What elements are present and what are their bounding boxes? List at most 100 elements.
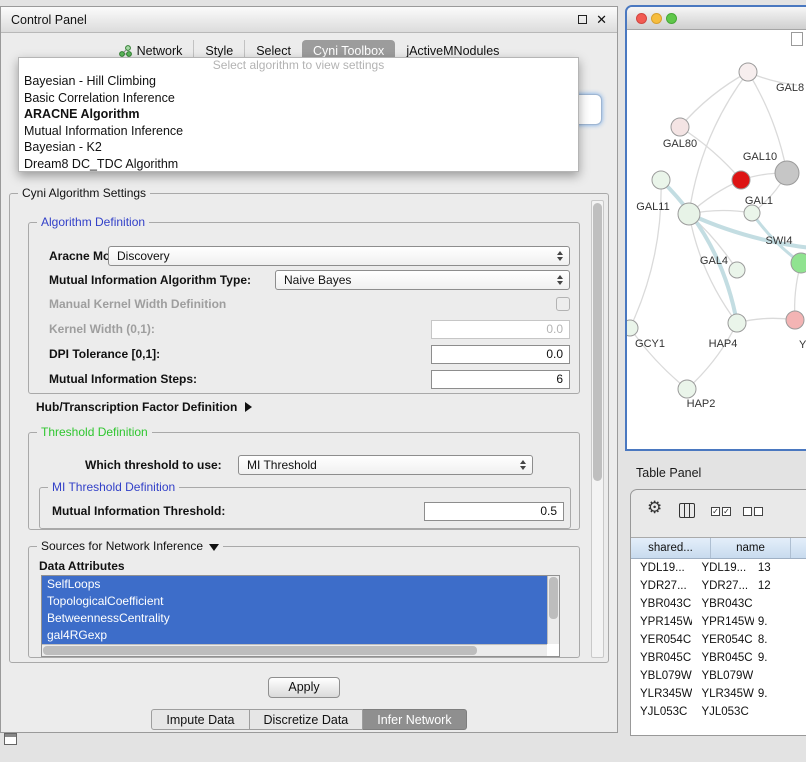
- algorithm-placeholder-option[interactable]: Select algorithm to view settings: [19, 58, 578, 73]
- table-row[interactable]: YDR27...YDR27...12: [631, 577, 806, 595]
- mi-threshold-label: Mutual Information Threshold:: [52, 502, 225, 521]
- select-all-columns-icon[interactable]: ✓✓: [711, 507, 731, 516]
- control-panel-title: Control Panel: [11, 13, 87, 27]
- hub-definition-toggle[interactable]: Hub/Transcription Factor Definition: [36, 400, 252, 414]
- dpi-tolerance-input[interactable]: 0.0: [431, 345, 570, 364]
- which-threshold-select[interactable]: MI Threshold: [238, 455, 533, 475]
- network-node-label: HAP4: [709, 338, 738, 350]
- network-node[interactable]: [786, 311, 804, 329]
- dock-panel-icon[interactable]: [4, 733, 17, 745]
- network-canvas[interactable]: GAL80GAL8GAL10GAL11GAL1SWI4GAL4GCY1HAP4Y…: [627, 30, 806, 449]
- scrollbar-thumb[interactable]: [43, 646, 477, 655]
- mi-threshold-input[interactable]: 0.5: [424, 502, 564, 521]
- table-row[interactable]: YLR345WYLR345W9.: [631, 685, 806, 703]
- table-row[interactable]: YDL19...YDL19...13: [631, 559, 806, 577]
- network-node[interactable]: [652, 171, 670, 189]
- network-node[interactable]: [678, 203, 700, 225]
- mi-algorithm-type-label: Mutual Information Algorithm Type:: [49, 270, 251, 290]
- table-panel-window: ⚙ ✓✓ shared... name YDL19...YDL19...13 Y…: [630, 489, 806, 736]
- tab-infer-network[interactable]: Infer Network: [363, 709, 466, 730]
- cell: YDR27...: [692, 580, 753, 592]
- list-horizontal-scrollbar[interactable]: [42, 644, 547, 656]
- tab-impute-data[interactable]: Impute Data: [151, 709, 249, 730]
- cell: 12: [754, 580, 806, 592]
- algorithm-option-selected[interactable]: ARACNE Algorithm: [19, 106, 578, 123]
- columns-icon[interactable]: [679, 503, 695, 518]
- combo-arrows-icon: [520, 460, 526, 470]
- column-header[interactable]: name: [711, 538, 791, 558]
- network-node[interactable]: [744, 205, 760, 221]
- dpi-tolerance-label: DPI Tolerance [0,1]:: [49, 345, 160, 364]
- network-edge[interactable]: [680, 72, 748, 127]
- close-icon[interactable]: ✕: [596, 13, 607, 26]
- network-node[interactable]: [739, 63, 757, 81]
- network-node[interactable]: [791, 253, 806, 273]
- scrollbar-thumb[interactable]: [593, 203, 602, 481]
- list-item[interactable]: SelfLoops: [42, 576, 547, 593]
- zoom-button[interactable]: [666, 13, 677, 24]
- list-item[interactable]: gal4RGexp: [42, 627, 547, 644]
- network-node[interactable]: [627, 320, 638, 336]
- algorithm-option[interactable]: Bayesian - Hill Climbing: [19, 73, 578, 90]
- sources-group: Sources for Network Inference Data Attri…: [28, 546, 580, 658]
- table-row[interactable]: YER054CYER054C8.: [631, 631, 806, 649]
- deselect-all-columns-icon[interactable]: [743, 507, 763, 516]
- cell: 13: [754, 562, 806, 574]
- tab-discretize-data[interactable]: Discretize Data: [250, 709, 364, 730]
- network-node[interactable]: [671, 118, 689, 136]
- network-node[interactable]: [775, 161, 799, 185]
- network-node[interactable]: [728, 314, 746, 332]
- table-row[interactable]: YBR045CYBR045C9.: [631, 649, 806, 667]
- data-attributes-label: Data Attributes: [39, 559, 125, 573]
- manual-kernel-width-checkbox[interactable]: [556, 297, 570, 311]
- column-header[interactable]: shared...: [631, 538, 711, 558]
- cell: YBR043C: [692, 598, 753, 610]
- settings-scrollbar[interactable]: [591, 200, 604, 658]
- algorithm-definition-legend: Algorithm Definition: [37, 215, 149, 229]
- cell: YBR043C: [631, 598, 692, 610]
- list-item[interactable]: TopologicalCoefficient: [42, 593, 547, 610]
- cell: YER054C: [631, 634, 692, 646]
- column-header[interactable]: [791, 538, 806, 558]
- mi-steps-input[interactable]: 6: [431, 370, 570, 389]
- minimize-button[interactable]: [651, 13, 662, 24]
- node-table: shared... name YDL19...YDL19...13 YDR27.…: [631, 537, 806, 735]
- algorithm-option[interactable]: Basic Correlation Inference: [19, 90, 578, 107]
- network-node[interactable]: [678, 380, 696, 398]
- algorithm-option[interactable]: Bayesian - K2: [19, 139, 578, 156]
- float-window-icon[interactable]: [578, 15, 587, 24]
- network-node[interactable]: [732, 171, 750, 189]
- mi-steps-label: Mutual Information Steps:: [49, 370, 197, 389]
- network-canvas-area[interactable]: GAL80GAL8GAL10GAL11GAL1SWI4GAL4GCY1HAP4Y…: [627, 30, 806, 449]
- mi-algorithm-type-select[interactable]: Naive Bayes: [275, 270, 570, 290]
- table-row[interactable]: YPR145WYPR145W9.: [631, 613, 806, 631]
- list-vertical-scrollbar[interactable]: [547, 576, 559, 644]
- scrollbar-thumb[interactable]: [549, 577, 558, 619]
- kernel-width-input[interactable]: 0.0: [431, 320, 570, 339]
- bottom-tabs: Impute Data Discretize Data Infer Networ…: [1, 709, 617, 730]
- apply-button[interactable]: Apply: [268, 677, 340, 698]
- network-edge[interactable]: [689, 72, 748, 214]
- aracne-mode-select[interactable]: Discovery: [108, 246, 570, 266]
- table-row[interactable]: YBL079WYBL079W: [631, 667, 806, 685]
- network-edge[interactable]: [687, 323, 737, 389]
- gear-icon[interactable]: ⚙: [647, 498, 662, 518]
- algorithm-option[interactable]: Dream8 DC_TDC Algorithm: [19, 156, 578, 173]
- network-node-label: HAP2: [687, 398, 716, 410]
- cell: YLR345W: [692, 688, 753, 700]
- network-node-label: GAL4: [700, 255, 728, 267]
- close-button[interactable]: [636, 13, 647, 24]
- table-row[interactable]: YJL053CYJL053C: [631, 703, 806, 721]
- network-node[interactable]: [729, 262, 745, 278]
- algorithm-option[interactable]: Mutual Information Inference: [19, 123, 578, 140]
- network-node-label: GAL80: [663, 138, 697, 150]
- network-node-label: GAL11: [636, 201, 669, 213]
- cell: YLR345W: [631, 688, 692, 700]
- sources-legend-toggle[interactable]: Sources for Network Inference: [37, 539, 223, 553]
- list-item[interactable]: BetweennessCentrality: [42, 610, 547, 627]
- hub-definition-label: Hub/Transcription Factor Definition: [36, 400, 237, 414]
- network-view-window: GAL80GAL8GAL10GAL11GAL1SWI4GAL4GCY1HAP4Y…: [625, 5, 806, 451]
- network-window-titlebar: [627, 7, 806, 30]
- table-row[interactable]: YBR043CYBR043C: [631, 595, 806, 613]
- network-node-label: GAL8: [776, 82, 804, 94]
